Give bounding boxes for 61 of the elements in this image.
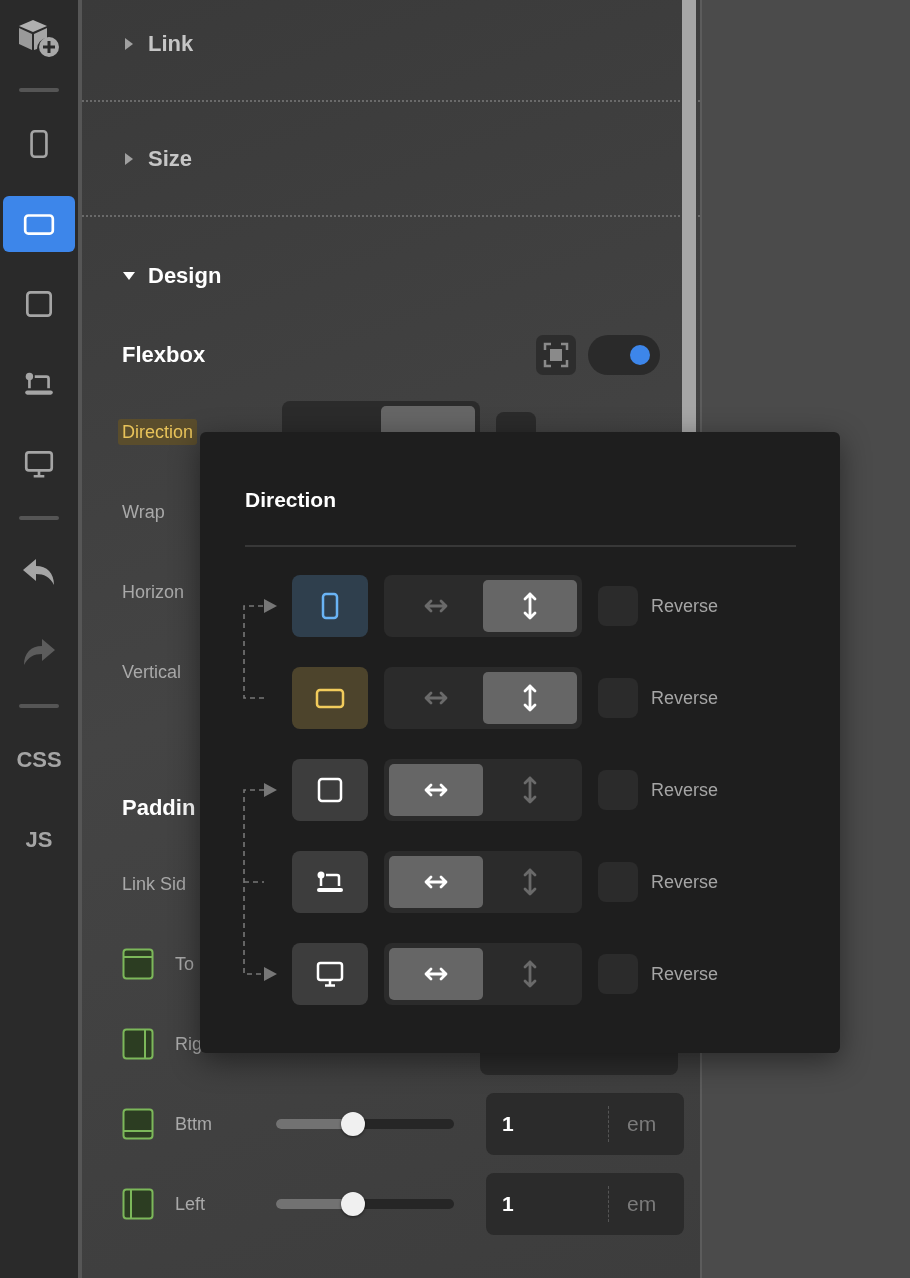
link-sides-label: Link Sid bbox=[122, 873, 187, 895]
direction-toggle[interactable] bbox=[384, 759, 582, 821]
side-label: Rig bbox=[175, 1033, 203, 1055]
flexbox-toggle[interactable] bbox=[588, 335, 660, 375]
horizontal-arrow-icon bbox=[423, 966, 449, 982]
popup-title: Direction bbox=[245, 487, 337, 513]
cube-plus-icon bbox=[17, 18, 61, 58]
device-button[interactable] bbox=[292, 851, 368, 913]
section-header[interactable]: Link bbox=[122, 30, 194, 57]
reverse-label: Reverse bbox=[651, 779, 719, 801]
direction-option[interactable] bbox=[389, 948, 483, 1000]
side-label: Left bbox=[175, 1193, 207, 1215]
slider-thumb[interactable] bbox=[340, 1112, 365, 1136]
horizontal-arrow-icon bbox=[423, 598, 449, 614]
device-button[interactable] bbox=[292, 943, 368, 1005]
vertical-arrow-icon bbox=[522, 591, 538, 621]
flexbox-title: Flexbox bbox=[122, 342, 206, 368]
right-side-icon bbox=[122, 1028, 154, 1060]
direction-label: Direction bbox=[118, 418, 198, 445]
vertical-arrow-icon bbox=[522, 775, 538, 805]
direction-option[interactable] bbox=[389, 856, 483, 908]
side-label: To bbox=[175, 953, 195, 975]
redo-arrow-icon bbox=[22, 637, 56, 667]
horizontal-arrow-icon bbox=[423, 690, 449, 706]
padding-title: Paddin bbox=[122, 795, 196, 821]
slider-thumb[interactable] bbox=[340, 1192, 365, 1216]
focus-frame-button[interactable] bbox=[536, 335, 576, 375]
left-side-icon bbox=[122, 1188, 154, 1220]
direction-toggle[interactable] bbox=[384, 575, 582, 637]
device-button[interactable] bbox=[292, 759, 368, 821]
code-tab[interactable]: JS bbox=[3, 812, 75, 868]
code-tab[interactable]: CSS bbox=[3, 732, 75, 788]
direction-option[interactable] bbox=[483, 580, 577, 632]
direction-option[interactable] bbox=[389, 764, 483, 816]
section-header[interactable]: Design bbox=[122, 263, 222, 289]
undo-arrow-icon bbox=[22, 557, 56, 587]
direction-toggle[interactable] bbox=[384, 851, 582, 913]
padding-input[interactable]: 1 em bbox=[486, 1173, 684, 1235]
reverse-label: Reverse bbox=[651, 595, 719, 617]
focus-frame-icon bbox=[543, 342, 569, 368]
vertical-arrow-icon bbox=[522, 959, 538, 989]
padding-input[interactable]: 1 em bbox=[486, 1093, 684, 1155]
horizontal-arrow-icon bbox=[423, 874, 449, 890]
reverse-label: Reverse bbox=[651, 963, 719, 985]
property-label: Vertical bbox=[122, 661, 182, 683]
device-button[interactable] bbox=[292, 667, 368, 729]
reverse-label: Reverse bbox=[651, 687, 719, 709]
top-side-icon bbox=[122, 948, 154, 980]
vertical-arrow-icon bbox=[522, 867, 538, 897]
vertical-arrow-icon bbox=[522, 683, 538, 713]
property-label: Wrap bbox=[122, 501, 165, 523]
side-label: Bttm bbox=[175, 1113, 213, 1135]
direction-toggle[interactable] bbox=[384, 943, 582, 1005]
reverse-label: Reverse bbox=[651, 871, 719, 893]
section-header[interactable]: Size bbox=[122, 145, 193, 172]
bottom-side-icon bbox=[122, 1108, 154, 1140]
horizontal-arrow-icon bbox=[423, 782, 449, 798]
property-label: Horizon bbox=[122, 581, 185, 603]
device-button[interactable] bbox=[292, 575, 368, 637]
direction-toggle[interactable] bbox=[384, 667, 582, 729]
direction-option[interactable] bbox=[483, 672, 577, 724]
